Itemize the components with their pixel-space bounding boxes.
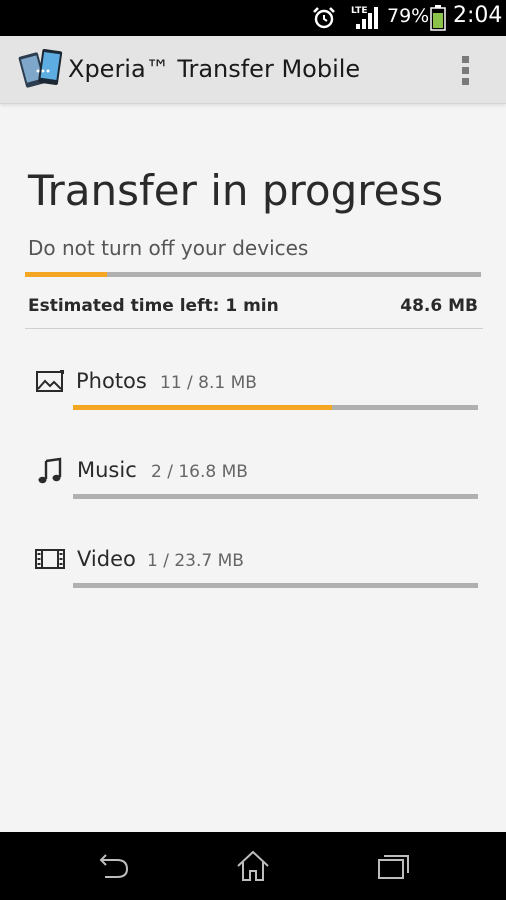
page-title: Transfer in progress — [28, 166, 444, 215]
category-label: Music — [77, 458, 137, 482]
category-progress-bar — [73, 405, 478, 410]
category-progress-bar — [73, 583, 478, 588]
music-note-icon — [38, 457, 62, 484]
alarm-icon — [313, 7, 335, 29]
clock: 2:04 — [453, 3, 503, 28]
signal-icon: LTE — [351, 6, 378, 29]
overall-progress-fill — [25, 272, 108, 277]
app-title: Xperia™ Transfer Mobile — [68, 55, 361, 83]
category-label: Photos — [76, 369, 147, 393]
page-subtitle: Do not turn off your devices — [28, 236, 309, 260]
category-count: 1 / 23.7 MB — [147, 551, 244, 571]
film-icon — [35, 549, 65, 569]
navigation-bar — [0, 832, 506, 900]
overflow-menu-icon[interactable] — [452, 52, 480, 88]
status-bar: LTE 79% 2:04 — [0, 0, 506, 36]
divider — [25, 328, 483, 329]
battery-icon — [430, 5, 446, 31]
category-label: Video — [77, 547, 136, 571]
svg-text:LTE: LTE — [351, 6, 368, 16]
home-icon[interactable] — [233, 848, 273, 884]
category-progress-bar — [73, 494, 478, 499]
photo-icon — [36, 370, 64, 392]
total-size: 48.6 MB — [400, 296, 478, 316]
category-count: 11 / 8.1 MB — [160, 373, 257, 393]
back-icon[interactable] — [93, 848, 133, 884]
overall-progress-bar — [25, 272, 481, 277]
recent-apps-icon[interactable] — [373, 848, 413, 884]
estimated-time-left: Estimated time left: 1 min — [28, 296, 279, 316]
category-progress-fill — [73, 405, 333, 410]
action-bar: Xperia™ Transfer Mobile — [0, 36, 506, 104]
app-logo-icon — [18, 49, 63, 88]
battery-percent: 79% — [387, 5, 430, 27]
category-count: 2 / 16.8 MB — [151, 462, 248, 482]
